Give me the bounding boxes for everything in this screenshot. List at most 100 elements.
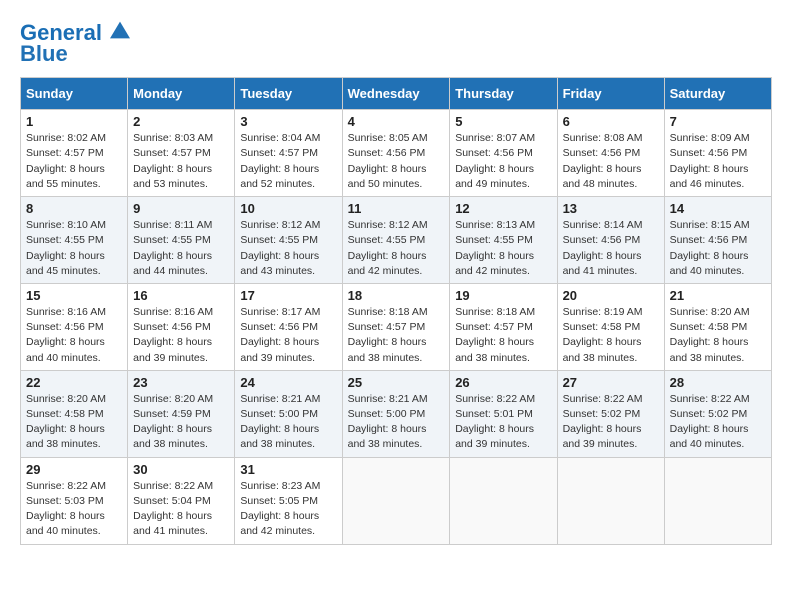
calendar-week-4: 22 Sunrise: 8:20 AMSunset: 4:58 PMDaylig…	[21, 370, 772, 457]
weekday-header-wednesday: Wednesday	[342, 78, 450, 110]
calendar-cell: 16 Sunrise: 8:16 AMSunset: 4:56 PMDaylig…	[128, 283, 235, 370]
day-number: 28	[670, 375, 766, 390]
calendar-cell: 21 Sunrise: 8:20 AMSunset: 4:58 PMDaylig…	[664, 283, 771, 370]
day-number: 31	[240, 462, 336, 477]
weekday-header-row: SundayMondayTuesdayWednesdayThursdayFrid…	[21, 78, 772, 110]
day-number: 8	[26, 201, 122, 216]
page-header: General Blue	[20, 20, 772, 67]
calendar-cell: 17 Sunrise: 8:17 AMSunset: 4:56 PMDaylig…	[235, 283, 342, 370]
calendar-cell: 20 Sunrise: 8:19 AMSunset: 4:58 PMDaylig…	[557, 283, 664, 370]
day-info: Sunrise: 8:23 AMSunset: 5:05 PMDaylight:…	[240, 479, 336, 540]
calendar-cell	[342, 457, 450, 544]
day-number: 25	[348, 375, 445, 390]
weekday-header-saturday: Saturday	[664, 78, 771, 110]
day-info: Sunrise: 8:02 AMSunset: 4:57 PMDaylight:…	[26, 131, 122, 192]
day-number: 4	[348, 114, 445, 129]
calendar-table: SundayMondayTuesdayWednesdayThursdayFrid…	[20, 77, 772, 544]
day-info: Sunrise: 8:05 AMSunset: 4:56 PMDaylight:…	[348, 131, 445, 192]
day-number: 5	[455, 114, 551, 129]
calendar-cell	[557, 457, 664, 544]
calendar-week-2: 8 Sunrise: 8:10 AMSunset: 4:55 PMDayligh…	[21, 197, 772, 284]
day-info: Sunrise: 8:12 AMSunset: 4:55 PMDaylight:…	[348, 218, 445, 279]
calendar-cell: 15 Sunrise: 8:16 AMSunset: 4:56 PMDaylig…	[21, 283, 128, 370]
calendar-cell: 14 Sunrise: 8:15 AMSunset: 4:56 PMDaylig…	[664, 197, 771, 284]
day-number: 18	[348, 288, 445, 303]
calendar-cell: 6 Sunrise: 8:08 AMSunset: 4:56 PMDayligh…	[557, 110, 664, 197]
calendar-cell: 2 Sunrise: 8:03 AMSunset: 4:57 PMDayligh…	[128, 110, 235, 197]
weekday-header-friday: Friday	[557, 78, 664, 110]
day-number: 26	[455, 375, 551, 390]
weekday-header-thursday: Thursday	[450, 78, 557, 110]
day-info: Sunrise: 8:22 AMSunset: 5:02 PMDaylight:…	[670, 392, 766, 453]
day-info: Sunrise: 8:21 AMSunset: 5:00 PMDaylight:…	[348, 392, 445, 453]
calendar-cell: 18 Sunrise: 8:18 AMSunset: 4:57 PMDaylig…	[342, 283, 450, 370]
day-number: 16	[133, 288, 229, 303]
day-info: Sunrise: 8:10 AMSunset: 4:55 PMDaylight:…	[26, 218, 122, 279]
day-number: 20	[563, 288, 659, 303]
day-number: 23	[133, 375, 229, 390]
calendar-cell: 9 Sunrise: 8:11 AMSunset: 4:55 PMDayligh…	[128, 197, 235, 284]
day-info: Sunrise: 8:03 AMSunset: 4:57 PMDaylight:…	[133, 131, 229, 192]
weekday-header-tuesday: Tuesday	[235, 78, 342, 110]
calendar-week-1: 1 Sunrise: 8:02 AMSunset: 4:57 PMDayligh…	[21, 110, 772, 197]
day-number: 21	[670, 288, 766, 303]
calendar-cell: 24 Sunrise: 8:21 AMSunset: 5:00 PMDaylig…	[235, 370, 342, 457]
day-number: 30	[133, 462, 229, 477]
calendar-cell: 7 Sunrise: 8:09 AMSunset: 4:56 PMDayligh…	[664, 110, 771, 197]
calendar-cell: 12 Sunrise: 8:13 AMSunset: 4:55 PMDaylig…	[450, 197, 557, 284]
calendar-week-3: 15 Sunrise: 8:16 AMSunset: 4:56 PMDaylig…	[21, 283, 772, 370]
day-info: Sunrise: 8:12 AMSunset: 4:55 PMDaylight:…	[240, 218, 336, 279]
weekday-header-monday: Monday	[128, 78, 235, 110]
calendar-cell: 26 Sunrise: 8:22 AMSunset: 5:01 PMDaylig…	[450, 370, 557, 457]
calendar-cell: 19 Sunrise: 8:18 AMSunset: 4:57 PMDaylig…	[450, 283, 557, 370]
calendar-cell: 3 Sunrise: 8:04 AMSunset: 4:57 PMDayligh…	[235, 110, 342, 197]
calendar-cell: 10 Sunrise: 8:12 AMSunset: 4:55 PMDaylig…	[235, 197, 342, 284]
day-info: Sunrise: 8:22 AMSunset: 5:03 PMDaylight:…	[26, 479, 122, 540]
calendar-cell: 27 Sunrise: 8:22 AMSunset: 5:02 PMDaylig…	[557, 370, 664, 457]
day-number: 11	[348, 201, 445, 216]
day-info: Sunrise: 8:09 AMSunset: 4:56 PMDaylight:…	[670, 131, 766, 192]
calendar-cell	[450, 457, 557, 544]
day-number: 10	[240, 201, 336, 216]
calendar-cell	[664, 457, 771, 544]
calendar-cell: 8 Sunrise: 8:10 AMSunset: 4:55 PMDayligh…	[21, 197, 128, 284]
day-number: 24	[240, 375, 336, 390]
day-number: 27	[563, 375, 659, 390]
day-info: Sunrise: 8:22 AMSunset: 5:02 PMDaylight:…	[563, 392, 659, 453]
day-info: Sunrise: 8:08 AMSunset: 4:56 PMDaylight:…	[563, 131, 659, 192]
day-info: Sunrise: 8:16 AMSunset: 4:56 PMDaylight:…	[133, 305, 229, 366]
day-number: 9	[133, 201, 229, 216]
logo: General Blue	[20, 20, 130, 67]
day-number: 17	[240, 288, 336, 303]
calendar-cell: 5 Sunrise: 8:07 AMSunset: 4:56 PMDayligh…	[450, 110, 557, 197]
calendar-week-5: 29 Sunrise: 8:22 AMSunset: 5:03 PMDaylig…	[21, 457, 772, 544]
day-info: Sunrise: 8:14 AMSunset: 4:56 PMDaylight:…	[563, 218, 659, 279]
day-info: Sunrise: 8:22 AMSunset: 5:04 PMDaylight:…	[133, 479, 229, 540]
day-info: Sunrise: 8:11 AMSunset: 4:55 PMDaylight:…	[133, 218, 229, 279]
weekday-header-sunday: Sunday	[21, 78, 128, 110]
day-info: Sunrise: 8:19 AMSunset: 4:58 PMDaylight:…	[563, 305, 659, 366]
calendar-cell: 23 Sunrise: 8:20 AMSunset: 4:59 PMDaylig…	[128, 370, 235, 457]
day-info: Sunrise: 8:20 AMSunset: 4:59 PMDaylight:…	[133, 392, 229, 453]
day-info: Sunrise: 8:16 AMSunset: 4:56 PMDaylight:…	[26, 305, 122, 366]
day-info: Sunrise: 8:18 AMSunset: 4:57 PMDaylight:…	[348, 305, 445, 366]
calendar-cell: 28 Sunrise: 8:22 AMSunset: 5:02 PMDaylig…	[664, 370, 771, 457]
day-number: 3	[240, 114, 336, 129]
day-info: Sunrise: 8:22 AMSunset: 5:01 PMDaylight:…	[455, 392, 551, 453]
day-number: 1	[26, 114, 122, 129]
calendar-cell: 11 Sunrise: 8:12 AMSunset: 4:55 PMDaylig…	[342, 197, 450, 284]
day-info: Sunrise: 8:15 AMSunset: 4:56 PMDaylight:…	[670, 218, 766, 279]
day-number: 2	[133, 114, 229, 129]
calendar-cell: 29 Sunrise: 8:22 AMSunset: 5:03 PMDaylig…	[21, 457, 128, 544]
day-info: Sunrise: 8:21 AMSunset: 5:00 PMDaylight:…	[240, 392, 336, 453]
day-info: Sunrise: 8:07 AMSunset: 4:56 PMDaylight:…	[455, 131, 551, 192]
day-info: Sunrise: 8:20 AMSunset: 4:58 PMDaylight:…	[26, 392, 122, 453]
day-number: 13	[563, 201, 659, 216]
day-number: 6	[563, 114, 659, 129]
calendar-cell: 4 Sunrise: 8:05 AMSunset: 4:56 PMDayligh…	[342, 110, 450, 197]
day-number: 12	[455, 201, 551, 216]
day-info: Sunrise: 8:13 AMSunset: 4:55 PMDaylight:…	[455, 218, 551, 279]
day-info: Sunrise: 8:20 AMSunset: 4:58 PMDaylight:…	[670, 305, 766, 366]
day-info: Sunrise: 8:18 AMSunset: 4:57 PMDaylight:…	[455, 305, 551, 366]
day-number: 14	[670, 201, 766, 216]
